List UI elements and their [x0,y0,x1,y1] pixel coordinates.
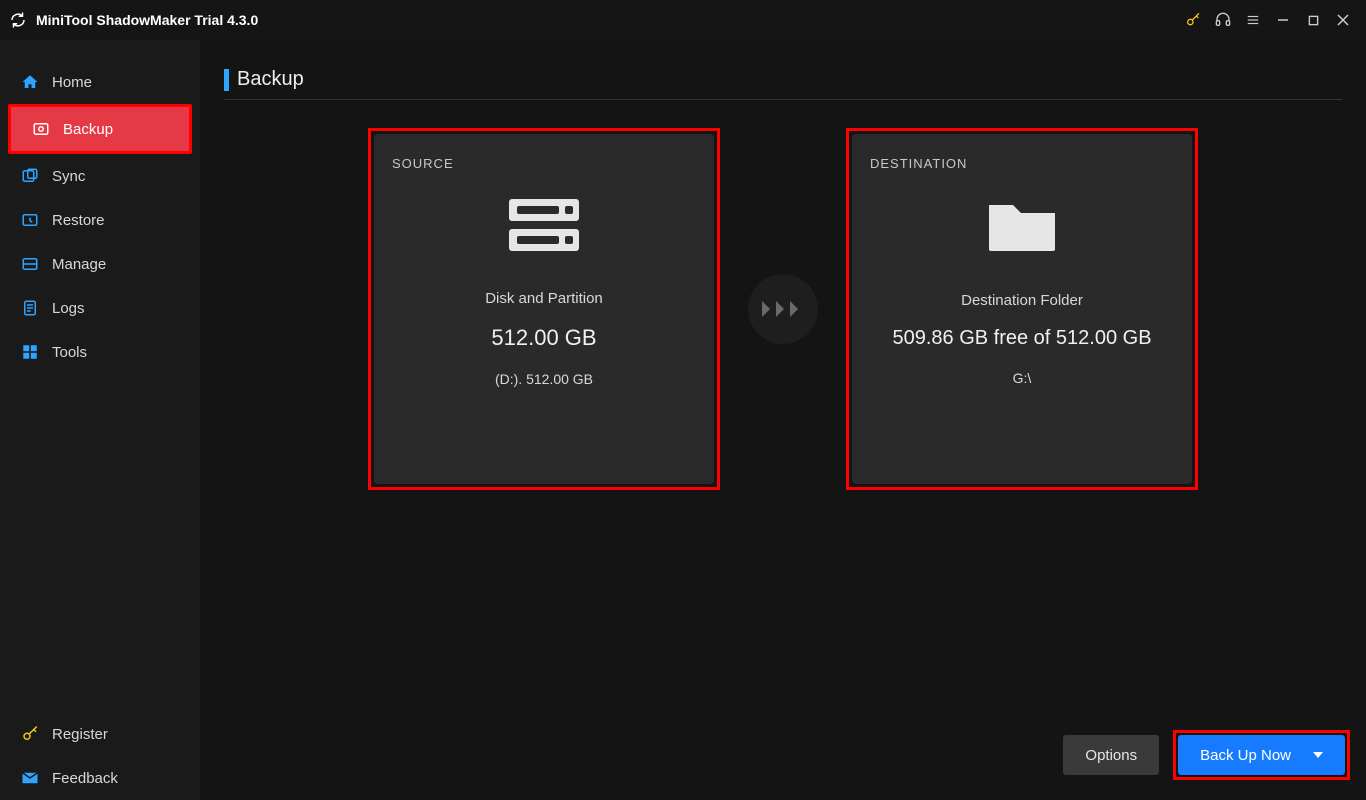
source-total: 512.00 GB [392,325,696,351]
source-detail: (D:). 512.00 GB [392,371,696,387]
chevron-down-icon [1313,752,1323,758]
destination-space: 509.86 GB free of 512.00 GB [870,327,1174,350]
sidebar-item-home[interactable]: Home [0,60,200,104]
backup-now-label: Back Up Now [1200,747,1291,764]
page-title: Backup [237,68,304,91]
close-button[interactable] [1328,5,1358,35]
sidebar-item-tools[interactable]: Tools [0,330,200,374]
sidebar-item-sync[interactable]: Sync [0,154,200,198]
tools-icon [20,342,40,362]
folder-icon [983,195,1061,262]
sidebar-bottom-links: Register Feedback [0,712,200,800]
feedback-icon [20,768,40,788]
page-header: Backup [224,68,1342,100]
sidebar-register[interactable]: Register [0,712,200,756]
destination-path: G:\ [870,370,1174,386]
sidebar-item-label: Home [52,74,92,91]
sync-icon [20,166,40,186]
app-logo-icon [8,10,28,30]
sidebar-item-logs[interactable]: Logs [0,286,200,330]
sidebar-item-label: Restore [52,212,105,229]
backup-now-button[interactable]: Back Up Now [1178,735,1345,775]
options-label: Options [1085,747,1137,764]
footer-buttons: Options Back Up Now [1063,730,1350,780]
title-bar: MiniTool ShadowMaker Trial 4.3.0 [0,0,1366,40]
register-key-icon[interactable] [1178,5,1208,35]
source-title: Disk and Partition [392,290,696,307]
sidebar-item-label: Tools [52,344,87,361]
logs-icon [20,298,40,318]
home-icon [20,72,40,92]
highlight-frame-source: SOURCE Disk and Partition 512.00 GB [368,128,720,490]
sidebar-feedback[interactable]: Feedback [0,756,200,800]
manage-icon [20,254,40,274]
highlight-frame-destination: DESTINATION Destination Folder 509.86 GB… [846,128,1198,490]
sidebar-item-label: Backup [63,121,113,138]
source-heading: SOURCE [392,156,696,171]
support-icon[interactable] [1208,5,1238,35]
sidebar-item-restore[interactable]: Restore [0,198,200,242]
sidebar-item-label: Sync [52,168,85,185]
app-title: MiniTool ShadowMaker Trial 4.3.0 [36,12,258,28]
register-label: Register [52,726,108,743]
backup-icon [31,119,51,139]
destination-heading: DESTINATION [870,156,1174,171]
options-button[interactable]: Options [1063,735,1159,775]
source-card[interactable]: SOURCE Disk and Partition 512.00 GB [374,134,714,484]
backup-cards-row: SOURCE Disk and Partition 512.00 GB [224,128,1342,490]
sidebar-item-manage[interactable]: Manage [0,242,200,286]
highlight-frame-backup: Backup [8,104,192,154]
register-key-icon [20,724,40,744]
restore-icon [20,210,40,230]
sidebar-item-backup[interactable]: Backup [11,107,189,151]
highlight-frame-backup-now: Back Up Now [1173,730,1350,780]
arrow-circle-icon [748,274,818,344]
destination-card[interactable]: DESTINATION Destination Folder 509.86 GB… [852,134,1192,484]
sidebar-item-label: Logs [52,300,85,317]
minimize-button[interactable] [1268,5,1298,35]
feedback-label: Feedback [52,770,118,787]
main-content: Backup SOURCE [200,40,1366,800]
disk-icon [505,195,583,260]
destination-title: Destination Folder [870,292,1174,309]
sidebar: Home Backup Sync Restore [0,40,200,800]
maximize-button[interactable] [1298,5,1328,35]
menu-icon[interactable] [1238,5,1268,35]
sidebar-item-label: Manage [52,256,106,273]
